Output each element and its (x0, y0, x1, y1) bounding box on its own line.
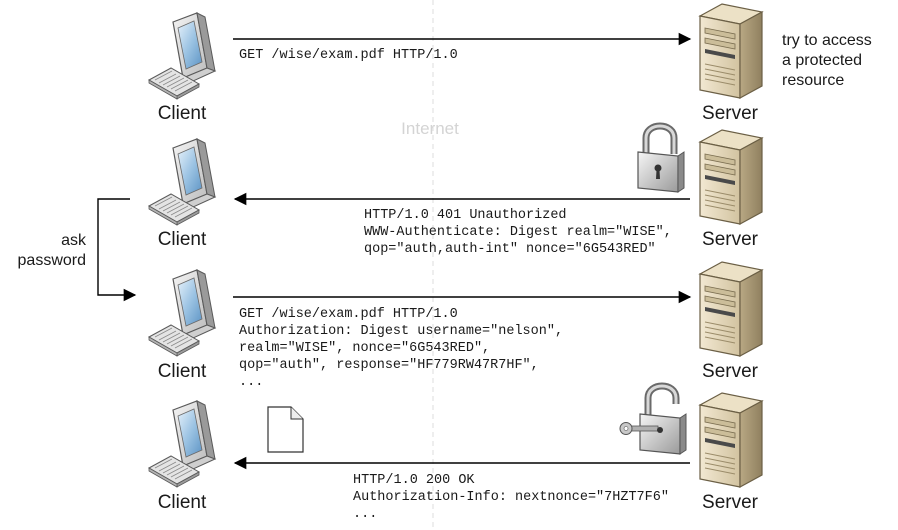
message-line: WWW-Authenticate: Digest realm="WISE", (364, 225, 672, 240)
message-request: GET /wise/exam.pdf HTTP/1.0 (239, 48, 458, 63)
server-note-line: resource (782, 72, 844, 89)
document-icon (267, 406, 304, 453)
client-label: Client (158, 492, 207, 513)
server-label: Server (702, 229, 759, 250)
client-label: Client (158, 361, 207, 382)
message-line: GET /wise/exam.pdf HTTP/1.0 (239, 307, 458, 322)
message-authorized-request: GET /wise/exam.pdf HTTP/1.0 Authorizatio… (239, 307, 563, 390)
client-label: Client (158, 229, 207, 250)
client-note: ask password (18, 232, 87, 269)
message-line: qop="auth", response="HF779RW47R7HF", (239, 358, 539, 373)
message-line: GET /wise/exam.pdf HTTP/1.0 (239, 48, 458, 63)
client-note-line: ask (61, 232, 87, 249)
server-label: Server (702, 103, 759, 124)
server-note: try to access a protected resource (782, 32, 872, 89)
client-label: Client (158, 103, 207, 124)
message-line: HTTP/1.0 401 Unauthorized (364, 208, 567, 223)
server-label: Server (702, 492, 759, 513)
internet-label: Internet (401, 119, 459, 138)
server-tower-icon (699, 392, 763, 488)
server-tower-icon (699, 129, 763, 225)
client-computer-icon (148, 269, 216, 357)
server-label: Server (702, 361, 759, 382)
message-line: qop="auth,auth-int" nonce="6G543RED" (364, 242, 656, 257)
message-line: Authorization-Info: nextnonce="7HZT7F6" (353, 490, 669, 505)
message-challenge: HTTP/1.0 401 Unauthorized WWW-Authentica… (364, 208, 672, 257)
http-digest-auth-diagram: Internet Client Client Client Client Ser… (0, 0, 898, 530)
message-line: realm="WISE", nonce="6G543RED", (239, 341, 490, 356)
server-note-line: try to access (782, 32, 872, 49)
client-computer-icon (148, 138, 216, 226)
unlocked-padlock-with-key-icon (620, 386, 686, 454)
server-tower-icon (699, 3, 763, 99)
diagram-canvas: Internet Client Client Client Client Ser… (18, 0, 872, 530)
client-note-line: password (18, 252, 86, 269)
server-tower-icon (699, 261, 763, 357)
message-line: ... (353, 507, 377, 522)
client-computer-icon (148, 400, 216, 488)
message-line: Authorization: Digest username="nelson", (239, 324, 563, 339)
message-line: HTTP/1.0 200 OK (353, 473, 475, 488)
client-computer-icon (148, 12, 216, 100)
server-note-line: a protected (782, 52, 862, 69)
padlock-icon (638, 126, 684, 192)
message-line: ... (239, 375, 263, 390)
message-response: HTTP/1.0 200 OK Authorization-Info: next… (353, 473, 669, 522)
ask-password-connector (97, 198, 137, 302)
